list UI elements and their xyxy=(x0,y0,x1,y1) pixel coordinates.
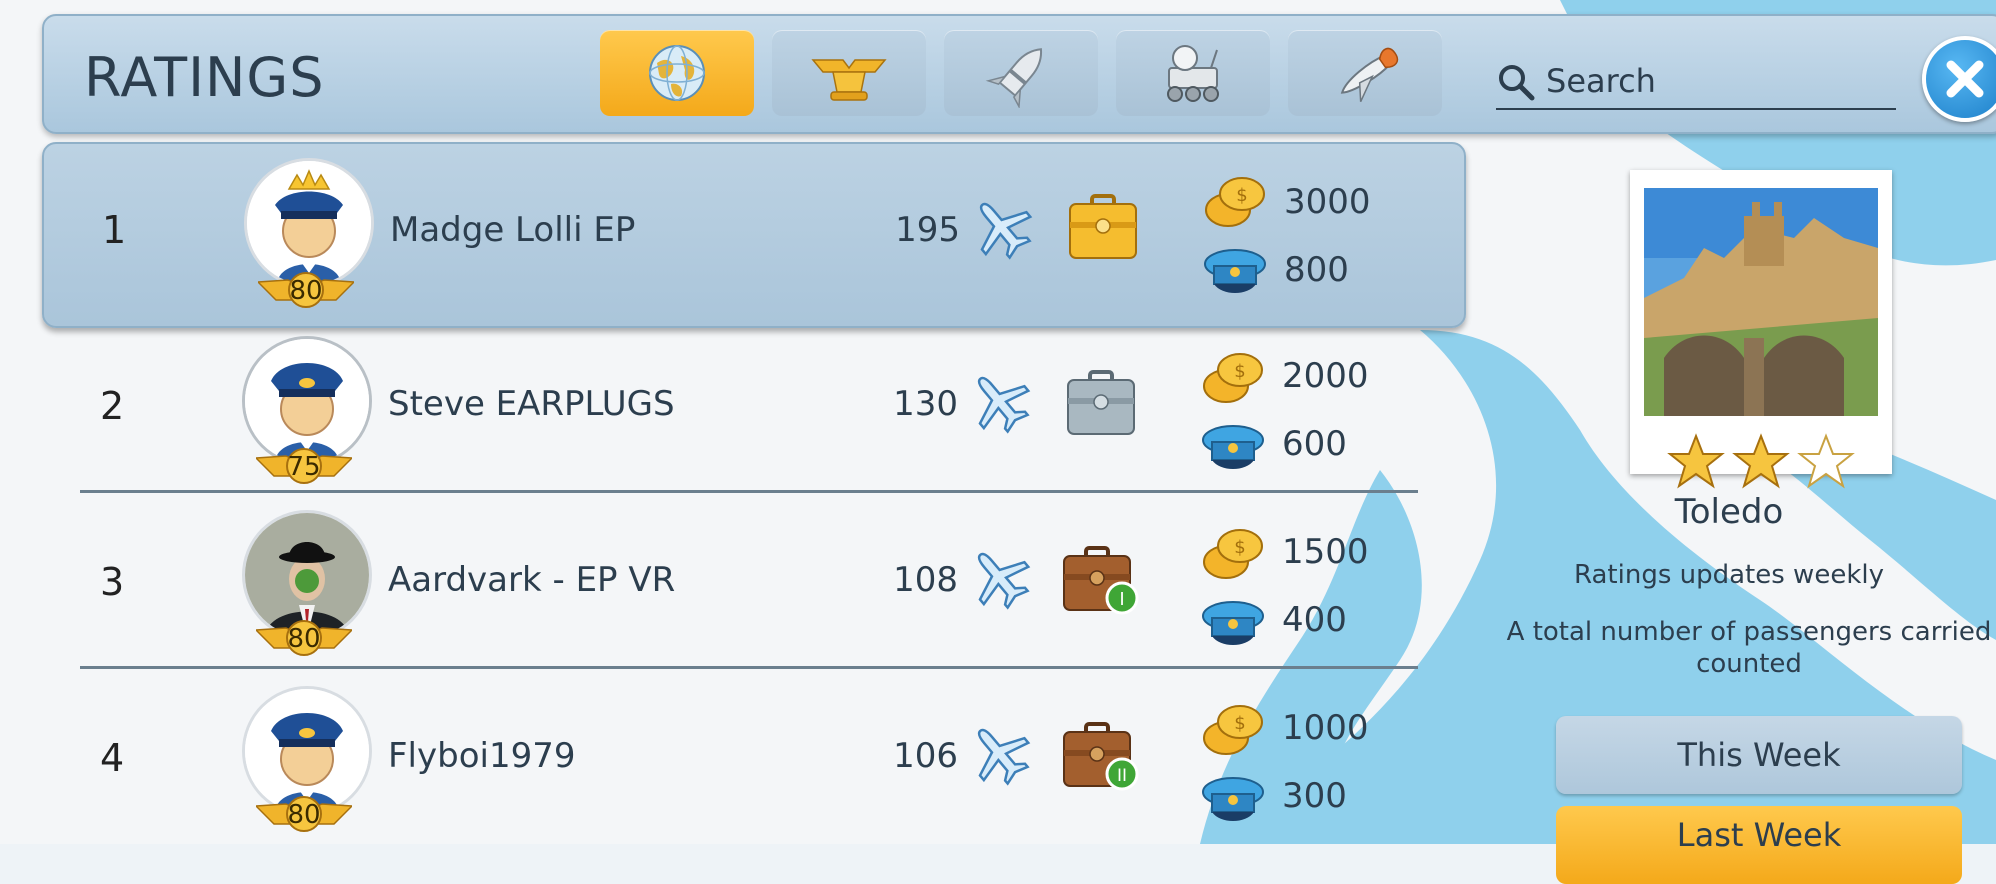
svg-text:$: $ xyxy=(1236,185,1247,206)
caps-reward: 300 xyxy=(1282,776,1347,816)
level-badge: 75 xyxy=(256,446,352,486)
table-row[interactable]: 4 80 Flyboi1979 106 II $ 1000 300 xyxy=(42,674,1462,850)
rocket-icon xyxy=(985,48,1043,108)
level-badge: 80 xyxy=(258,270,354,310)
pilot-cap-wings-icon xyxy=(811,59,887,101)
passenger-count: 106 xyxy=(893,736,958,776)
tab-rovers[interactable] xyxy=(1116,30,1270,116)
caps-reward: 600 xyxy=(1282,424,1347,464)
player-name: Steve EARPLUGS xyxy=(388,384,675,424)
last-week-button[interactable]: Last Week xyxy=(1556,806,1962,884)
brown-briefcase-rank-i-icon: I xyxy=(1063,546,1139,615)
pilot-avatar-icon xyxy=(245,339,369,463)
city-photo xyxy=(1644,188,1878,416)
counting-note: A total number of passengers carried cou… xyxy=(1506,617,1992,679)
tab-shuttles[interactable] xyxy=(1288,30,1442,116)
airplane-icon xyxy=(977,552,1031,610)
rank-number: 3 xyxy=(100,560,125,604)
star-filled-icon xyxy=(1732,433,1790,489)
caps-reward: 800 xyxy=(1284,250,1349,290)
pilot-cap-icon xyxy=(1202,601,1264,645)
gold-briefcase-icon xyxy=(1069,194,1137,259)
search-field[interactable] xyxy=(1496,52,1896,110)
svg-text:$: $ xyxy=(1234,713,1245,734)
rank-number: 1 xyxy=(102,208,127,252)
pilot-avatar-crown-icon xyxy=(247,161,371,285)
coins-reward: 1500 xyxy=(1282,532,1369,572)
case-badge: II xyxy=(1117,766,1127,786)
lunar-rover-icon xyxy=(1167,45,1219,102)
star-empty-icon xyxy=(1797,433,1855,489)
page-title: RATINGS xyxy=(84,46,325,109)
update-note: Ratings updates weekly xyxy=(1574,560,1884,590)
city-panel: Toledo Ratings updates weekly A total nu… xyxy=(1462,142,1996,884)
passenger-count: 130 xyxy=(893,384,958,424)
coins-icon: $ xyxy=(1205,177,1265,227)
player-name: Madge Lolli EP xyxy=(390,210,636,250)
tab-rockets[interactable] xyxy=(944,30,1098,116)
brown-briefcase-rank-ii-icon: II xyxy=(1063,722,1139,791)
pilot-cap-icon xyxy=(1204,249,1266,293)
level-badge: 80 xyxy=(256,618,352,658)
this-week-button[interactable]: This Week xyxy=(1556,716,1962,794)
search-input[interactable] xyxy=(1544,58,1888,104)
rank-number: 2 xyxy=(100,384,125,428)
tab-global[interactable] xyxy=(600,30,754,116)
case-badge: I xyxy=(1119,589,1124,610)
level-number: 75 xyxy=(287,452,321,482)
level-number: 80 xyxy=(287,800,321,830)
coins-icon: $ xyxy=(1203,705,1263,755)
city-name: Toledo xyxy=(1674,492,1784,532)
star-filled-icon xyxy=(1667,433,1725,489)
level-badge: 80 xyxy=(256,794,352,834)
svg-text:$: $ xyxy=(1234,537,1245,558)
table-row[interactable]: 2 75 Steve EARPLUGS 130 $ 2000 600 xyxy=(42,328,1462,504)
header-bar: RATINGS xyxy=(42,14,1996,134)
coins-icon: $ xyxy=(1203,353,1263,403)
coins-reward: 2000 xyxy=(1282,356,1369,396)
avatar[interactable] xyxy=(244,158,374,288)
level-number: 80 xyxy=(289,276,323,306)
search-icon xyxy=(1499,65,1535,101)
coins-icon: $ xyxy=(1203,529,1263,579)
airplane-icon xyxy=(979,202,1033,260)
city-stamp xyxy=(1630,170,1892,489)
player-name: Flyboi1979 xyxy=(388,736,576,776)
row-divider xyxy=(80,490,1418,493)
tab-pilots[interactable] xyxy=(772,30,926,116)
space-shuttle-icon xyxy=(1340,47,1399,102)
level-number: 80 xyxy=(287,624,321,654)
passenger-count: 195 xyxy=(895,210,960,250)
row-divider xyxy=(80,666,1418,669)
airplane-icon xyxy=(977,728,1031,786)
caps-reward: 400 xyxy=(1282,600,1347,640)
table-row[interactable]: 1 80 Madge Lolli EP 195 $ 3000 800 xyxy=(42,142,1466,328)
passenger-count: 108 xyxy=(893,560,958,600)
svg-text:$: $ xyxy=(1234,361,1245,382)
pilot-cap-icon xyxy=(1202,777,1264,821)
rank-number: 4 xyxy=(100,736,125,780)
airplane-icon xyxy=(977,376,1031,434)
close-button[interactable] xyxy=(1922,36,1996,122)
silver-briefcase-icon xyxy=(1067,370,1135,435)
pilot-cap-icon xyxy=(1202,425,1264,469)
coins-reward: 3000 xyxy=(1284,182,1371,222)
globe-icon xyxy=(649,45,705,101)
table-row[interactable]: 3 80 Aardvark - EP VR 108 I $ 1500 400 xyxy=(42,498,1462,674)
coins-reward: 1000 xyxy=(1282,708,1369,748)
rating-stars xyxy=(1667,433,1855,489)
close-icon xyxy=(1946,60,1984,98)
player-name: Aardvark - EP VR xyxy=(388,560,676,600)
